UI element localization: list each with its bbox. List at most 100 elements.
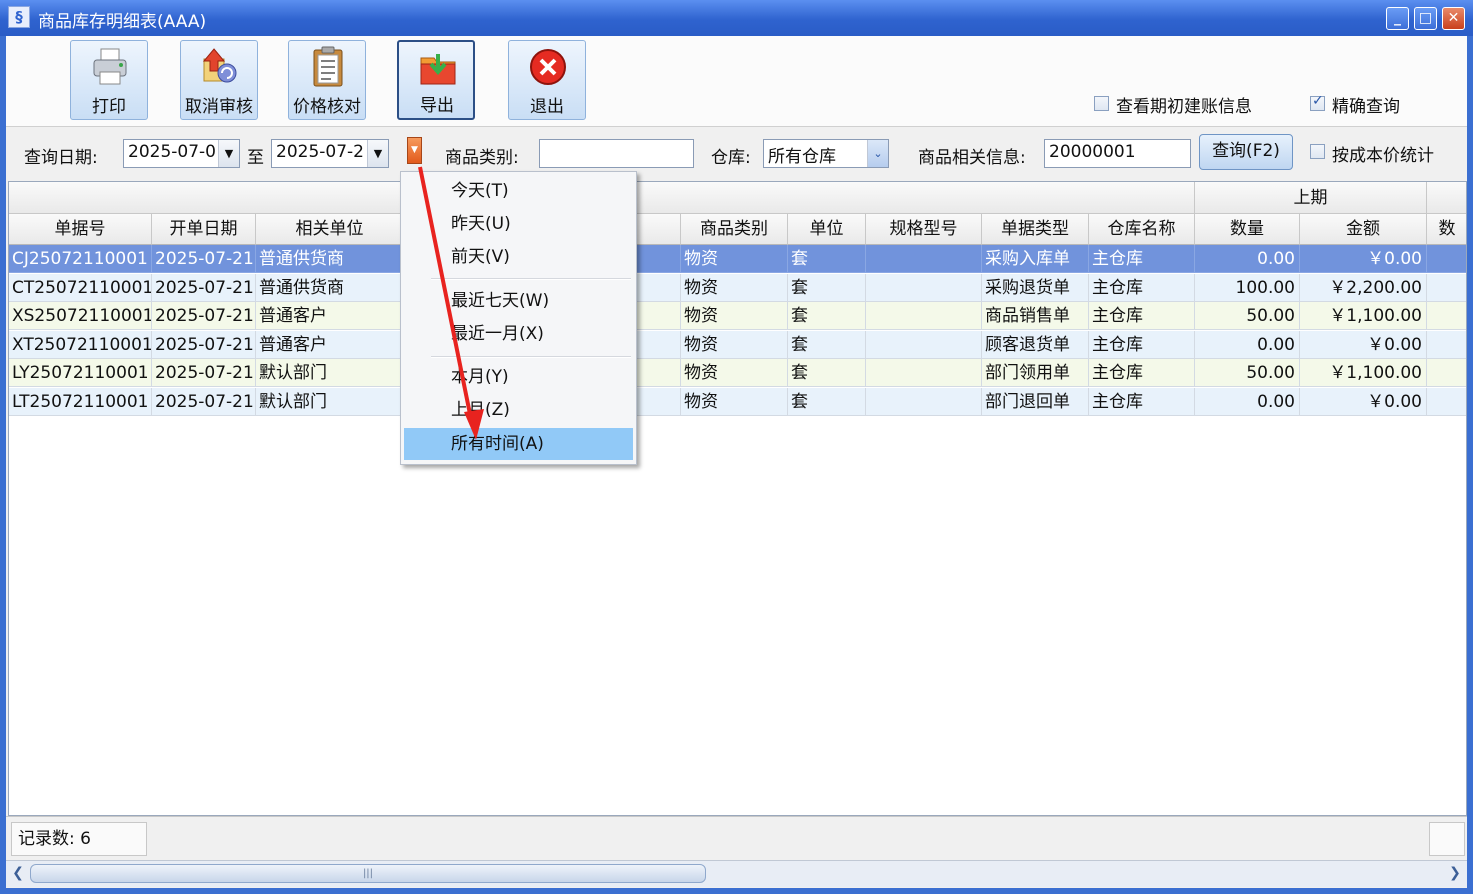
table-cell: CT25072110001	[9, 273, 152, 302]
clipboard-icon	[313, 46, 343, 87]
table-cell	[1427, 359, 1466, 388]
price-check-button[interactable]: 价格核对	[288, 40, 366, 120]
table-cell: 套	[788, 359, 866, 388]
table-cell	[866, 388, 982, 416]
cancel-audit-label: 取消审核	[185, 97, 253, 117]
table-cell: 主仓库	[1089, 273, 1195, 302]
print-button[interactable]: 打印	[70, 40, 148, 120]
item-info-input[interactable]: 20000001	[1044, 139, 1191, 168]
status-panel	[1429, 822, 1465, 856]
maximize-button[interactable]: □	[1414, 7, 1437, 30]
table-cell: 2025-07-21	[152, 359, 256, 388]
exit-button[interactable]: 退出	[508, 40, 586, 120]
table-cell: 套	[788, 302, 866, 331]
table-cell	[866, 273, 982, 302]
table-cell: 采购退货单	[982, 273, 1089, 302]
cancel-audit-button[interactable]: 取消审核	[180, 40, 258, 120]
table-cell	[866, 245, 982, 273]
menu-item[interactable]: 昨天(U)	[404, 208, 633, 240]
table-cell	[866, 302, 982, 331]
date-range-dropdown-button[interactable]: ▼	[407, 137, 422, 164]
column-header[interactable]: 单位	[788, 214, 866, 245]
exact-query-checkbox[interactable]	[1310, 93, 1325, 111]
window-title: 商品库存明细表(AAA)	[38, 12, 207, 32]
column-header[interactable]: 数	[1427, 214, 1466, 245]
table-row[interactable]: XT25072110001 2025-07-21 普通客户 物资套 顾客退货单 主仓库 0.…	[9, 330, 1466, 359]
table-cell: 默认部门	[256, 388, 404, 416]
chevron-down-icon[interactable]: ⌄	[867, 140, 888, 167]
table-row[interactable]: CJ25072110001 2025-07-21 普通供货商 物资套 采购入库单 主仓库 0…	[9, 245, 1466, 273]
scroll-left-icon[interactable]: ❮	[8, 863, 28, 883]
query-button[interactable]: 查询(F2)	[1199, 134, 1293, 170]
table-cell	[866, 359, 982, 388]
menu-item[interactable]: 最近七天(W)	[404, 285, 633, 317]
table-cell: XT25072110001	[9, 330, 152, 359]
table-row[interactable]: LY25072110001 2025-07-21 默认部门 物资套 部门领用单 主仓库 50…	[9, 359, 1466, 388]
date-from-value: 2025-07-0	[128, 142, 216, 162]
table-cell: 物资	[681, 245, 788, 273]
menu-item[interactable]: 上月(Z)	[404, 394, 633, 426]
price-check-label: 价格核对	[293, 97, 361, 117]
category-input[interactable]	[539, 139, 694, 168]
column-header[interactable]: 单据类型	[982, 214, 1089, 245]
column-header[interactable]: 金额	[1300, 214, 1427, 245]
cost-stat-label: 按成本价统计	[1332, 146, 1434, 166]
menu-item[interactable]: 最近一月(X)	[404, 318, 633, 350]
table-cell: 顾客退货单	[982, 330, 1089, 359]
date-to-separator: 至	[247, 148, 264, 168]
table-cell: 100.00	[1195, 273, 1300, 302]
app-icon: §	[8, 6, 30, 28]
record-count-value: 6	[80, 829, 91, 849]
table-cell: ￥1,100.00	[1300, 359, 1427, 388]
table-cell: ￥2,200.00	[1300, 273, 1427, 302]
table-cell: 物资	[681, 302, 788, 331]
date-from-picker[interactable]: 2025-07-0 ▼	[123, 139, 240, 168]
chevron-down-icon[interactable]: ▼	[367, 140, 388, 167]
category-label: 商品类别:	[445, 148, 519, 168]
chevron-down-icon[interactable]: ▼	[218, 140, 239, 167]
column-header[interactable]: 开单日期	[152, 214, 256, 245]
column-header[interactable]: 规格型号	[866, 214, 982, 245]
table-cell: ￥1,100.00	[1300, 302, 1427, 331]
column-header[interactable]: 仓库名称	[1089, 214, 1195, 245]
table-cell	[866, 330, 982, 359]
table-cell: 默认部门	[256, 359, 404, 388]
menu-item[interactable]: 所有时间(A)	[404, 428, 633, 460]
table-cell: 物资	[681, 359, 788, 388]
title-bar[interactable]: § 商品库存明细表(AAA) _ □ ✕	[0, 0, 1473, 36]
horizontal-scrollbar[interactable]: ❮ ||| ❯	[6, 860, 1467, 887]
table-row[interactable]: XS25072110001 2025-07-21 普通客户 物资套 商品销售单 主仓库 50…	[9, 302, 1466, 331]
table-cell: 普通供货商	[256, 245, 404, 273]
minimize-button[interactable]: _	[1386, 7, 1409, 30]
column-header[interactable]: 相关单位	[256, 214, 404, 245]
menu-item[interactable]: 本月(Y)	[404, 361, 633, 393]
table-cell: 主仓库	[1089, 302, 1195, 331]
scroll-right-icon[interactable]: ❯	[1445, 863, 1465, 883]
table-cell: 物资	[681, 273, 788, 302]
date-to-picker[interactable]: 2025-07-2 ▼	[271, 139, 389, 168]
opening-info-checkbox[interactable]	[1094, 96, 1109, 111]
column-header[interactable]: 商品类别	[681, 214, 788, 245]
export-label: 导出	[420, 96, 454, 116]
table-cell: 50.00	[1195, 359, 1300, 388]
table-cell: 部门领用单	[982, 359, 1089, 388]
exact-query-label: 精确查询	[1332, 97, 1400, 117]
close-button[interactable]: ✕	[1442, 7, 1465, 30]
cost-stat-checkbox[interactable]	[1310, 144, 1325, 159]
warehouse-select[interactable]: 所有仓库 ⌄	[763, 139, 889, 168]
date-to-value: 2025-07-2	[276, 142, 364, 162]
menu-item[interactable]: 前天(V)	[404, 241, 633, 273]
inventory-grid[interactable]: 上期 单据号 开单日期 相关单位 商品类别 单位 规格型号 单据类型 仓库名称 数量 金额数 CJ…	[8, 181, 1467, 816]
status-bar: 记录数: 6	[6, 816, 1467, 861]
table-row[interactable]: LT25072110001 2025-07-21 默认部门 物资套 部门退回单 主仓库 0.…	[9, 388, 1466, 416]
header-group-previous-period: 上期	[1195, 182, 1427, 214]
table-row[interactable]: CT25072110001 2025-07-21 普通供货商 物资套 采购退货单 主仓库 1…	[9, 273, 1466, 302]
table-cell	[1427, 302, 1466, 331]
menu-item[interactable]: 今天(T)	[404, 175, 633, 207]
printer-icon	[93, 48, 127, 85]
column-header[interactable]: 单据号	[9, 214, 152, 245]
export-button[interactable]: 导出	[397, 40, 475, 120]
print-label: 打印	[92, 97, 126, 117]
scroll-thumb[interactable]: |||	[30, 864, 706, 883]
column-header[interactable]: 数量	[1195, 214, 1300, 245]
